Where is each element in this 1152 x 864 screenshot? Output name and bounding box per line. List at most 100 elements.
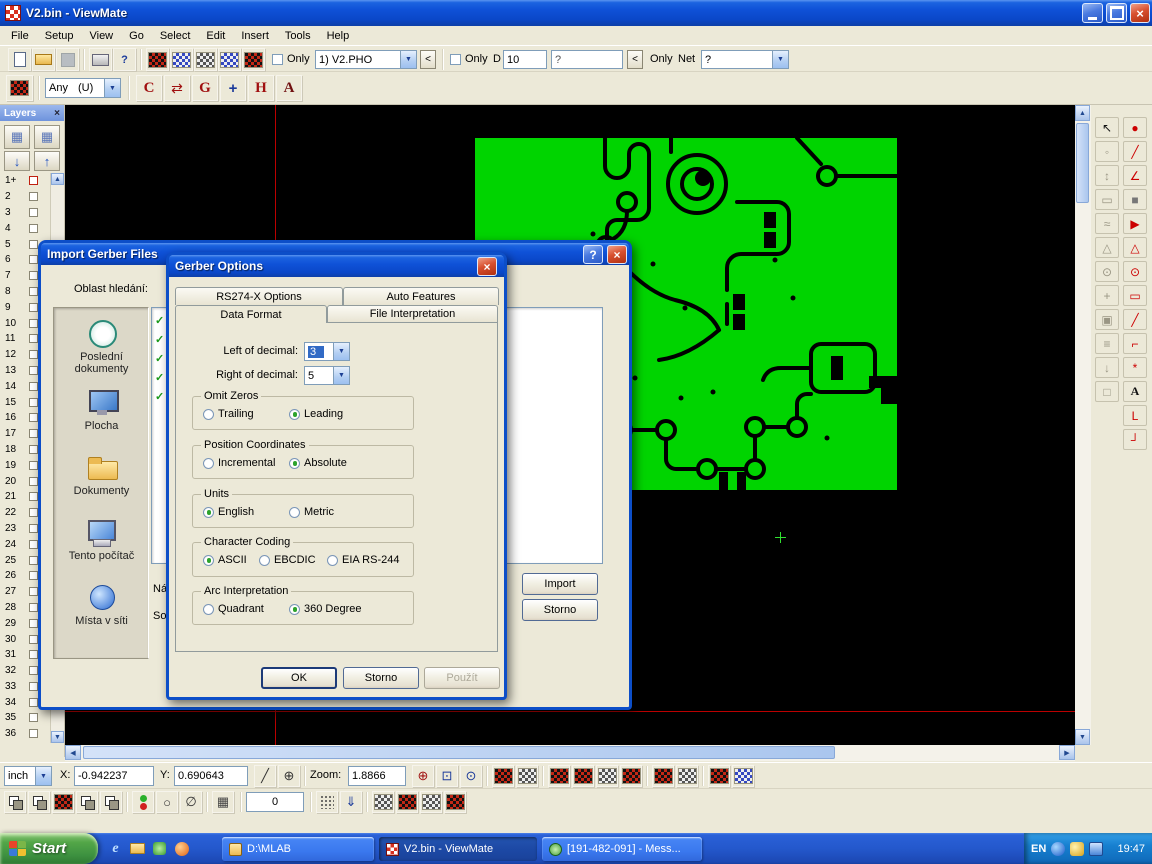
fill-pattern-button[interactable] (396, 791, 418, 813)
chevron-down-icon[interactable]: ▼ (35, 767, 51, 785)
layer-move-up-button[interactable]: ↑ (34, 151, 60, 171)
swap-tool-button[interactable]: ⇄ (164, 75, 190, 101)
radio-absolute[interactable]: Absolute (289, 457, 347, 469)
radio-trailing[interactable]: Trailing (203, 408, 254, 420)
dcode-field[interactable]: 0 (246, 792, 304, 812)
box-tool-button[interactable]: □ (1095, 381, 1119, 402)
chevron-down-icon[interactable]: ▼ (333, 367, 349, 384)
dcode-table-button[interactable] (194, 48, 217, 71)
aperture-pattern-button[interactable] (596, 765, 618, 787)
layer-visibility-checkbox[interactable] (29, 192, 38, 201)
menu-item[interactable]: Edit (198, 28, 233, 44)
null-display-button[interactable]: ∅ (180, 791, 202, 813)
triangle-gray-tool-button[interactable]: △ (1095, 237, 1119, 258)
target-tool-button[interactable]: ⊙ (1095, 261, 1119, 282)
tab-auto-features[interactable]: Auto Features (343, 287, 499, 305)
layer-visibility-checkbox[interactable] (29, 698, 38, 707)
scroll-up-icon[interactable]: ▲ (1075, 105, 1090, 121)
cross-tool-button[interactable]: + (220, 75, 246, 101)
rect-pad-tool-button[interactable]: ▭ (1123, 285, 1147, 306)
horizontal-scroll-thumb[interactable] (83, 746, 835, 759)
radio-eia-rs244[interactable]: EIA RS-244 (327, 554, 399, 566)
aperture-pattern-button[interactable] (732, 765, 754, 787)
lines-tool-button[interactable]: ≡ (1095, 333, 1119, 354)
d-filter-input[interactable]: ? (551, 50, 623, 69)
tab-file-interpretation[interactable]: File Interpretation (327, 305, 498, 322)
chevron-down-icon[interactable]: ▼ (772, 51, 788, 68)
context-help-button[interactable]: ? (113, 48, 136, 71)
circle-display-button[interactable]: ○ (156, 791, 178, 813)
plus-gray-tool-button[interactable]: + (1095, 285, 1119, 306)
layer-table-button[interactable] (218, 48, 241, 71)
layers-close-icon[interactable]: × (54, 108, 60, 119)
chevron-down-icon[interactable]: ▼ (333, 343, 349, 360)
snap-grid-button[interactable] (316, 791, 338, 813)
start-button[interactable]: Start (0, 833, 98, 864)
fill-pattern-button[interactable] (420, 791, 442, 813)
aperture-pattern-button[interactable] (572, 765, 594, 787)
layer-visibility-checkbox[interactable] (29, 666, 38, 675)
aperture-pattern-button[interactable] (652, 765, 674, 787)
layer-visibility-checkbox[interactable] (29, 619, 38, 628)
layer-overlay-button[interactable] (100, 791, 122, 813)
fill-pattern-button[interactable] (372, 791, 394, 813)
thin-line-tool-button[interactable]: ╱ (1123, 309, 1147, 330)
x-coordinate-field[interactable]: -0.942237 (74, 766, 154, 786)
layer-visibility-checkbox[interactable] (29, 477, 38, 486)
layer-visibility-checkbox[interactable] (29, 350, 38, 359)
layer-visibility-checkbox[interactable] (29, 382, 38, 391)
chevron-down-icon[interactable]: ▼ (400, 51, 416, 68)
film-prev-button[interactable]: < (420, 50, 436, 69)
polyline-tool-button[interactable]: ⌐ (1123, 333, 1147, 354)
radio-leading[interactable]: Leading (289, 408, 343, 420)
layer-visibility-checkbox[interactable] (29, 540, 38, 549)
d-value-input[interactable]: 10 (503, 50, 547, 69)
chevron-down-icon[interactable]: ▼ (104, 79, 120, 97)
layer-visibility-checkbox[interactable] (29, 303, 38, 312)
import-button[interactable]: Import (522, 573, 598, 595)
print-button[interactable] (89, 48, 112, 71)
left-of-decimal-combobox[interactable]: 3 ▼ (304, 342, 350, 361)
layer-row[interactable]: 1+ (0, 173, 50, 189)
pointer-tool-button[interactable]: ↖ (1095, 117, 1119, 138)
star-tool-button[interactable]: * (1123, 357, 1147, 378)
layers-grid-button[interactable]: ▦ (4, 125, 30, 149)
gerber-cancel-button[interactable]: Storno (343, 667, 419, 689)
layer-visibility-checkbox[interactable] (29, 319, 38, 328)
gerber-dialog-close-button[interactable]: × (477, 257, 497, 276)
unit-combobox[interactable]: inch ▼ (4, 766, 52, 786)
layer-overlay-button[interactable] (4, 791, 26, 813)
updown-tool-button[interactable]: ↕ (1095, 165, 1119, 186)
layer-overlay-button[interactable] (76, 791, 98, 813)
radio-ebcdic[interactable]: EBCDIC (259, 554, 316, 566)
import-dialog-close-button[interactable]: × (607, 245, 627, 264)
layer-visibility-checkbox[interactable] (29, 334, 38, 343)
layer-visibility-checkbox[interactable] (29, 287, 38, 296)
origin-button[interactable]: ⊕ (278, 765, 300, 787)
layer-overlay-button[interactable] (28, 791, 50, 813)
layer-visibility-checkbox[interactable] (29, 492, 38, 501)
scroll-down-icon[interactable]: ▼ (51, 731, 64, 743)
layer-move-down-button[interactable]: ↓ (4, 151, 30, 171)
line-tool-button[interactable]: ╱ (1123, 141, 1147, 162)
task-button-messenger[interactable]: [191-482-091] - Mess... (542, 837, 702, 861)
layer-visibility-checkbox[interactable] (29, 713, 38, 722)
place-documents[interactable]: Dokumenty (55, 453, 148, 497)
gerber-dialog-titlebar[interactable]: Gerber Options (169, 255, 504, 277)
triangle-tool-button[interactable]: △ (1123, 237, 1147, 258)
menu-item[interactable]: Setup (37, 28, 82, 44)
layer-visibility-checkbox[interactable] (29, 603, 38, 612)
open-file-button[interactable] (32, 48, 55, 71)
layer-row[interactable]: 4 (0, 220, 50, 236)
clock[interactable]: 19:47 (1117, 843, 1145, 855)
menu-item[interactable]: Insert (233, 28, 277, 44)
pad-tool-button[interactable]: ● (1123, 117, 1147, 138)
text-insert-tool-button[interactable]: A (1123, 381, 1147, 402)
folder-quicklaunch-icon[interactable] (128, 839, 147, 858)
layer-visibility-checkbox[interactable] (29, 413, 38, 422)
layer-visibility-checkbox[interactable] (29, 176, 38, 185)
aperture-pattern-button[interactable] (620, 765, 642, 787)
aperture-pattern-button[interactable] (492, 765, 514, 787)
task-button-viewmate[interactable]: V2.bin - ViewMate (379, 837, 537, 861)
menu-item[interactable]: File (3, 28, 37, 44)
